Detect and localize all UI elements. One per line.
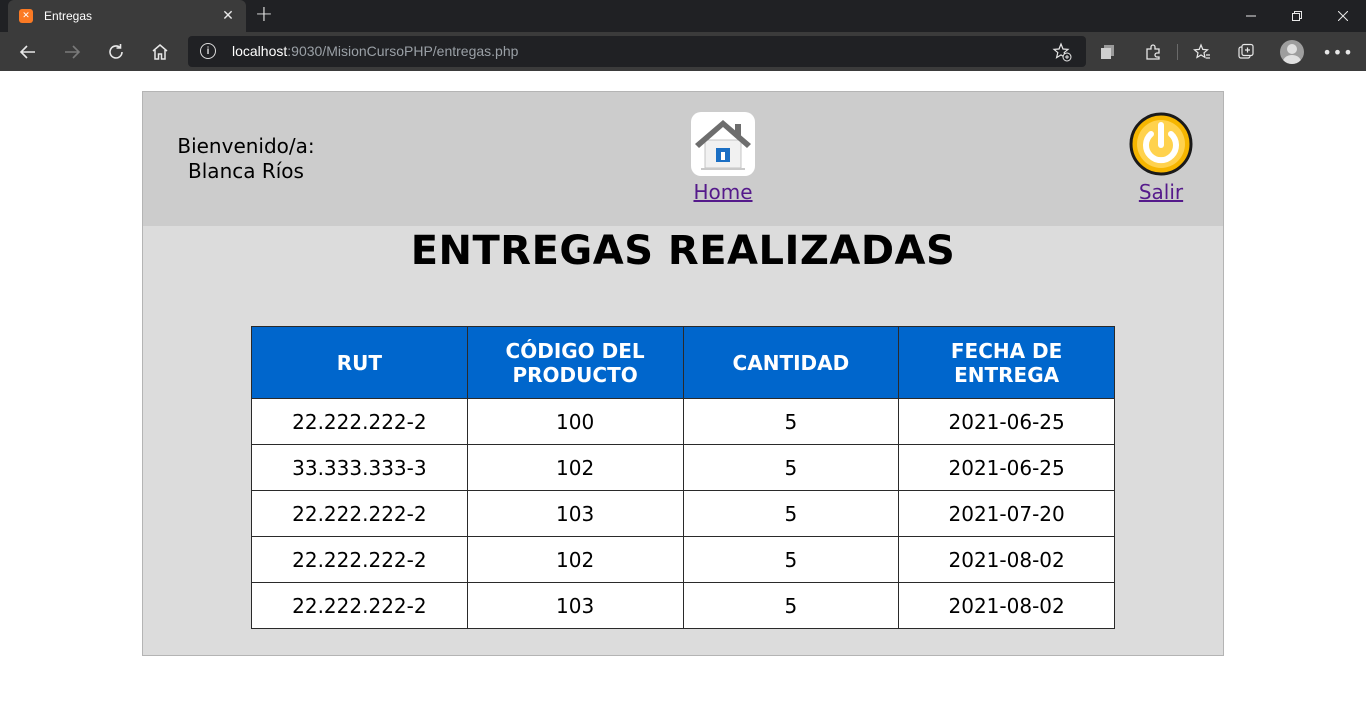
- cell-cantidad: 5: [682, 490, 900, 537]
- cell-fecha: 2021-08-02: [898, 582, 1115, 629]
- address-bar[interactable]: i localhost:9030/MisionCursoPHP/entregas…: [188, 36, 1086, 67]
- table-row: 22.222.222-2 103 5 2021-07-20: [251, 490, 1115, 537]
- welcome-label: Bienvenido/a:: [177, 134, 315, 158]
- home-browser-icon[interactable]: [144, 36, 176, 68]
- cell-rut: 33.333.333-3: [251, 444, 468, 491]
- extensions-icon[interactable]: [1137, 36, 1169, 68]
- favorites-icon[interactable]: [1186, 36, 1218, 68]
- page-title: ENTREGAS REALIZADAS: [410, 228, 956, 274]
- table-header-row: RUT CÓDIGO DEL PRODUCTO CANTIDAD FECHA D…: [251, 326, 1115, 399]
- cell-rut: 22.222.222-2: [251, 536, 468, 583]
- home-link-block[interactable]: Home: [683, 112, 763, 204]
- cell-codigo: 103: [466, 582, 684, 629]
- restore-icon[interactable]: [1274, 0, 1320, 32]
- header-band: Bienvenido/a: Blanca Ríos Home Salir: [143, 92, 1223, 226]
- cell-fecha: 2021-08-02: [898, 536, 1115, 583]
- cell-fecha: 2021-06-25: [898, 398, 1115, 445]
- more-options-icon[interactable]: •••: [1322, 36, 1354, 68]
- cell-codigo: 100: [466, 398, 684, 445]
- cell-codigo: 102: [466, 444, 684, 491]
- house-icon[interactable]: [691, 112, 755, 176]
- cell-codigo: 102: [466, 536, 684, 583]
- close-tab-icon[interactable]: ✕: [218, 6, 238, 26]
- profile-avatar-icon[interactable]: [1280, 40, 1304, 64]
- column-header-codigo: CÓDIGO DEL PRODUCTO: [466, 326, 684, 399]
- cell-codigo: 103: [466, 490, 684, 537]
- info-icon[interactable]: i: [200, 43, 216, 59]
- page-container: Bienvenido/a: Blanca Ríos Home Salir ENT…: [142, 91, 1224, 656]
- cell-cantidad: 5: [682, 398, 900, 445]
- collections-add-icon[interactable]: [1230, 36, 1262, 68]
- add-favorite-icon[interactable]: [1052, 42, 1072, 62]
- table-row: 22.222.222-2 103 5 2021-08-02: [251, 582, 1115, 629]
- tab-title: Entregas: [44, 9, 93, 23]
- column-header-fecha: FECHA DE ENTREGA: [898, 326, 1115, 399]
- user-name: Blanca Ríos: [188, 159, 304, 183]
- back-icon[interactable]: [12, 36, 44, 68]
- welcome-text: Bienvenido/a: Blanca Ríos: [161, 134, 331, 184]
- cell-fecha: 2021-06-25: [898, 444, 1115, 491]
- refresh-icon[interactable]: [100, 36, 132, 68]
- collections-icon[interactable]: [1092, 36, 1124, 68]
- forward-icon[interactable]: [56, 36, 88, 68]
- cell-rut: 22.222.222-2: [251, 582, 468, 629]
- cell-cantidad: 5: [682, 582, 900, 629]
- browser-tabbar: ✕ Entregas ✕ +: [0, 0, 1366, 32]
- salir-link[interactable]: Salir: [1139, 180, 1183, 204]
- cell-cantidad: 5: [682, 536, 900, 583]
- cell-cantidad: 5: [682, 444, 900, 491]
- entregas-table: RUT CÓDIGO DEL PRODUCTO CANTIDAD FECHA D…: [251, 326, 1115, 629]
- browser-toolbar: i localhost:9030/MisionCursoPHP/entregas…: [0, 32, 1366, 71]
- column-header-cantidad: CANTIDAD: [682, 326, 900, 399]
- xampp-icon: ✕: [19, 9, 33, 23]
- url-text: localhost:9030/MisionCursoPHP/entregas.p…: [232, 43, 519, 59]
- toolbar-divider: [1177, 44, 1178, 60]
- table-row: 33.333.333-3 102 5 2021-06-25: [251, 444, 1115, 491]
- close-window-icon[interactable]: [1320, 0, 1366, 32]
- browser-tab[interactable]: ✕ Entregas ✕: [8, 0, 246, 32]
- cell-rut: 22.222.222-2: [251, 398, 468, 445]
- home-link[interactable]: Home: [693, 180, 752, 204]
- table-row: 22.222.222-2 102 5 2021-08-02: [251, 536, 1115, 583]
- minimize-icon[interactable]: [1228, 0, 1274, 32]
- cell-rut: 22.222.222-2: [251, 490, 468, 537]
- cell-fecha: 2021-07-20: [898, 490, 1115, 537]
- power-icon[interactable]: [1129, 112, 1193, 176]
- salir-link-block[interactable]: Salir: [1121, 112, 1201, 204]
- column-header-rut: RUT: [251, 326, 468, 399]
- new-tab-icon[interactable]: +: [252, 4, 276, 28]
- table-row: 22.222.222-2 100 5 2021-06-25: [251, 398, 1115, 445]
